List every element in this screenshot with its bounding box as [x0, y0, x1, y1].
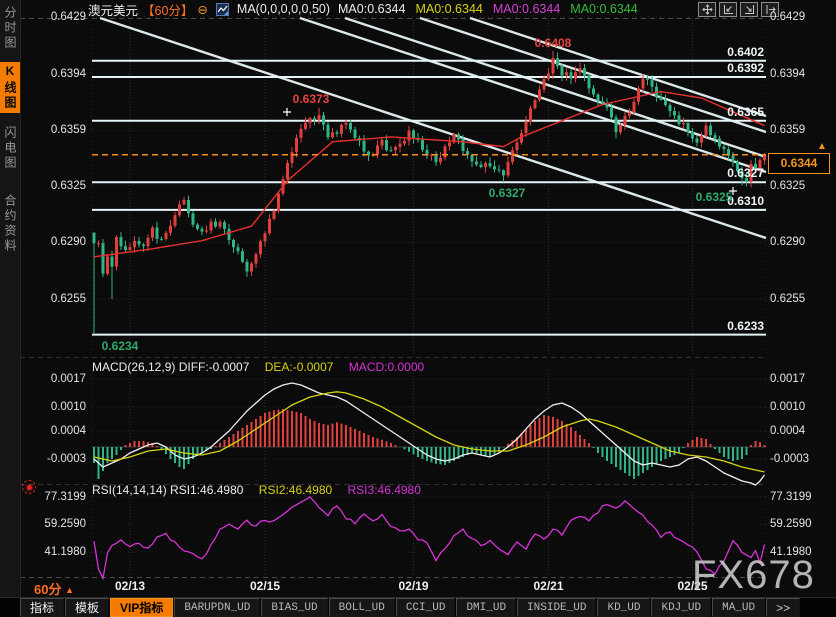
- sidebar-item-flash-chart[interactable]: 闪电图: [0, 126, 20, 171]
- macd-dea-value: DEA:-0.0007: [265, 360, 334, 374]
- price-axis-label: 0.6429: [20, 11, 86, 24]
- candles-layer: [93, 51, 767, 333]
- ma50-line: [94, 92, 765, 257]
- price-annotation: 0.6327: [489, 186, 526, 200]
- drawing-anchor-cross[interactable]: [283, 108, 291, 116]
- period-badge: 【60分】: [142, 0, 193, 19]
- rsi-axis-label: 59.2590: [20, 518, 86, 531]
- bottom-toolbar: 指标模板VIP指标BARUPDN_UDBIAS_UDBOLL_UDCCI_UDD…: [0, 597, 836, 617]
- chart-application: 分时图 K线图闪电图合约资料 澳元美元 【60分】 ⊖ MA(0,0,0,0,0,…: [0, 0, 836, 617]
- tab-boll-ud[interactable]: BOLL_UD: [329, 598, 395, 617]
- chart-type-icon: [216, 3, 229, 16]
- tab-bias-ud[interactable]: BIAS_UD: [261, 598, 327, 617]
- price-annotation: 0.6373: [293, 92, 330, 106]
- tab-ma-ud[interactable]: MA_UD: [712, 598, 765, 617]
- header-tools: [698, 2, 779, 17]
- tab-more-tabs[interactable]: >>: [766, 598, 800, 617]
- sidebar-item-kline-chart[interactable]: K线图: [0, 62, 20, 113]
- price-axis-label: 0.6394: [20, 68, 86, 81]
- rsi-axis-label: 77.3199: [770, 491, 834, 504]
- macd-axis-label: 0.0004: [20, 425, 86, 438]
- period-label: 60分: [34, 582, 61, 597]
- tab-vip-indicators[interactable]: VIP指标: [110, 598, 173, 617]
- rsi-axis-label: 59.2590: [770, 518, 834, 531]
- tab-kdj-ud[interactable]: KDJ_UD: [651, 598, 711, 617]
- date-label: 02/21: [533, 579, 563, 593]
- price-axis-label: 0.6325: [770, 180, 834, 193]
- ma-settings-label: MA(0,0,0,0,0,50): [237, 2, 330, 16]
- macd-diff-line: [94, 383, 765, 485]
- macd-axis-label: 0.0017: [20, 373, 86, 386]
- tab-kd-ud[interactable]: KD_UD: [597, 598, 650, 617]
- tab-templates[interactable]: 模板: [65, 598, 109, 617]
- macd-dea-line: [94, 392, 765, 472]
- macd-histogram-layer: [94, 409, 765, 479]
- price-annotation: 0.6325: [696, 190, 733, 204]
- price-axis-label: 0.6325: [20, 180, 86, 193]
- symbol-title: 澳元美元: [88, 0, 138, 19]
- macd-axis-label: -0.0003: [770, 453, 834, 466]
- macd-title: MACD(26,12,9) DIFF:-0.0007: [92, 360, 249, 374]
- macd-axis-label: 0.0010: [770, 401, 834, 414]
- ma-value-2: MA0:0.6344: [493, 2, 560, 16]
- sr-line-label: 0.6365: [702, 106, 764, 119]
- rsi-line: [94, 497, 765, 578]
- sr-line-label: 0.6402: [702, 46, 764, 59]
- rsi-axis-label: 41.1980: [20, 546, 86, 559]
- ma-value-0: MA0:0.6344: [338, 2, 405, 16]
- macd-axis-label: 0.0004: [770, 425, 834, 438]
- date-label: 02/13: [115, 579, 145, 593]
- price-axis-label: 0.6255: [20, 293, 86, 306]
- price-axis-label: 0.6394: [770, 68, 834, 81]
- date-label: 02/15: [250, 579, 280, 593]
- chart-canvas[interactable]: [0, 0, 836, 617]
- pan-tool-button[interactable]: [698, 2, 716, 17]
- collapse-icon[interactable]: ⊖: [197, 2, 207, 17]
- macd-axis-label: 0.0017: [770, 373, 834, 386]
- record-indicator-icon: [22, 480, 36, 494]
- price-axis-label: 0.6290: [20, 236, 86, 249]
- ma-values: MA0:0.6344 MA0:0.6344 MA0:0.6344 MA0:0.6344: [338, 2, 638, 16]
- date-label: 02/19: [398, 579, 428, 593]
- rsi3-value: RSI3:46.4980: [348, 483, 421, 497]
- rsi-header: RSI(14,14,14) RSI1:46.4980 RSI2:46.4980 …: [92, 483, 421, 497]
- sr-line-label: 0.6233: [702, 320, 764, 333]
- tab-dmi-ud[interactable]: DMI_UD: [456, 598, 516, 617]
- sr-line-label: 0.6392: [702, 62, 764, 75]
- price-annotation: 0.6408: [535, 36, 572, 50]
- macd-axis-label: -0.0003: [20, 453, 86, 466]
- left-sidebar: 分时图 K线图闪电图合约资料: [0, 0, 21, 597]
- macd-header: MACD(26,12,9) DIFF:-0.0007 DEA:-0.0007 M…: [92, 360, 424, 374]
- period-indicator[interactable]: 60分 ▲: [34, 579, 74, 598]
- sidebar-item-timeline-chart[interactable]: 分时图: [0, 6, 20, 51]
- sr-line-label: 0.6327: [702, 167, 764, 180]
- rsi-title: RSI(14,14,14) RSI1:46.4980: [92, 483, 243, 497]
- price-axis-label: 0.6290: [770, 236, 834, 249]
- macd-macd-value: MACD:0.0000: [349, 360, 424, 374]
- tab-barupdn-ud[interactable]: BARUPDN_UD: [174, 598, 260, 617]
- sidebar-item-contract-info[interactable]: 合约资料: [0, 194, 20, 254]
- period-dropdown-arrow-icon: ▲: [65, 585, 74, 595]
- price-up-arrow-icon: ▲: [817, 141, 827, 152]
- ma-value-1: MA0:0.6344: [415, 2, 482, 16]
- rsi2-value: RSI2:46.4980: [259, 483, 332, 497]
- ma-value-3: MA0:0.6344: [570, 2, 637, 16]
- tab-indicators[interactable]: 指标: [20, 598, 64, 617]
- tab-cci-ud[interactable]: CCI_UD: [396, 598, 456, 617]
- macd-axis-label: 0.0010: [20, 401, 86, 414]
- current-price-tag: 0.6344: [768, 153, 830, 174]
- watermark: FX678: [692, 553, 815, 598]
- price-axis-label: 0.6359: [770, 124, 834, 137]
- price-axis-label: 0.6429: [770, 11, 834, 24]
- price-annotation: 0.6234: [102, 339, 139, 353]
- price-axis-label: 0.6359: [20, 124, 86, 137]
- scale-left-axis-button[interactable]: [719, 2, 737, 17]
- trendlines-layer: [100, 18, 766, 238]
- tab-inside-ud[interactable]: INSIDE_UD: [517, 598, 596, 617]
- scale-right-axis-button[interactable]: [740, 2, 758, 17]
- price-axis-label: 0.6255: [770, 293, 834, 306]
